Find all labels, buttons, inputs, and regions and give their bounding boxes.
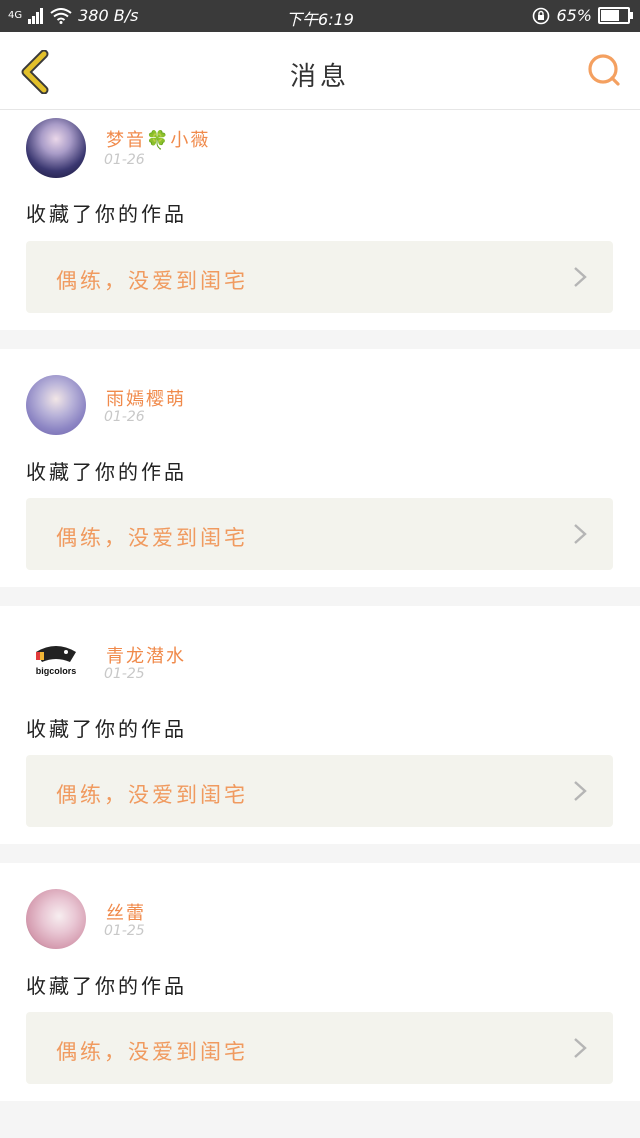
username[interactable]: 梦音🍀小薇 [106, 126, 210, 152]
username[interactable]: 雨嫣樱萌 [106, 385, 186, 411]
notification-card: bigcolors 青龙潜水 01-25 收藏了你的作品 偶练，没爱到闺宅 [0, 606, 640, 844]
page-title: 消息 [289, 62, 350, 92]
status-time: 下午6:19 [286, 10, 354, 29]
battery-icon [598, 7, 633, 24]
avatar[interactable] [26, 118, 86, 178]
avatar-text: bigcolors [36, 666, 77, 676]
work-link[interactable]: 偶练，没爱到闺宅 [26, 755, 613, 827]
work-link[interactable]: 偶练，没爱到闺宅 [26, 241, 613, 313]
notification-card: 梦音🍀小薇 01-26 收藏了你的作品 偶练，没爱到闺宅 [0, 110, 640, 330]
notification-date: 01-25 [104, 923, 145, 939]
notification-card: 丝蕾 01-25 收藏了你的作品 偶练，没爱到闺宅 [0, 863, 640, 1101]
notification-card: 雨嫣樱萌 01-26 收藏了你的作品 偶练，没爱到闺宅 [0, 349, 640, 587]
chevron-right-icon [574, 1038, 587, 1058]
action-text: 收藏了你的作品 [26, 460, 187, 484]
work-title: 偶练，没爱到闺宅 [56, 526, 248, 550]
work-link[interactable]: 偶练，没爱到闺宅 [26, 1012, 613, 1084]
work-title: 偶练，没爱到闺宅 [56, 783, 248, 807]
status-bar: 4G 380 B/s 下午6:19 65% [0, 0, 640, 32]
action-text: 收藏了你的作品 [26, 974, 187, 998]
avatar[interactable] [26, 889, 86, 949]
notification-date: 01-26 [104, 409, 145, 425]
chevron-right-icon [574, 781, 587, 801]
chevron-right-icon [574, 267, 587, 287]
bigcolors-logo: bigcolors [36, 646, 77, 676]
rotation-lock-icon [533, 7, 550, 24]
action-text: 收藏了你的作品 [26, 717, 187, 741]
work-title: 偶练，没爱到闺宅 [56, 1040, 248, 1064]
avatar[interactable] [26, 375, 86, 435]
nav-bar: 消息 [0, 32, 640, 110]
battery-percent: 65% [556, 6, 592, 25]
avatar[interactable]: bigcolors [26, 632, 86, 692]
username[interactable]: 青龙潜水 [106, 642, 186, 668]
chevron-right-icon [574, 524, 587, 544]
work-link[interactable]: 偶练，没爱到闺宅 [26, 498, 613, 570]
work-title: 偶练，没爱到闺宅 [56, 269, 248, 293]
action-text: 收藏了你的作品 [26, 202, 187, 226]
notification-date: 01-26 [104, 152, 145, 168]
search-icon[interactable] [586, 52, 622, 88]
notification-date: 01-25 [104, 666, 145, 682]
username[interactable]: 丝蕾 [106, 899, 146, 925]
